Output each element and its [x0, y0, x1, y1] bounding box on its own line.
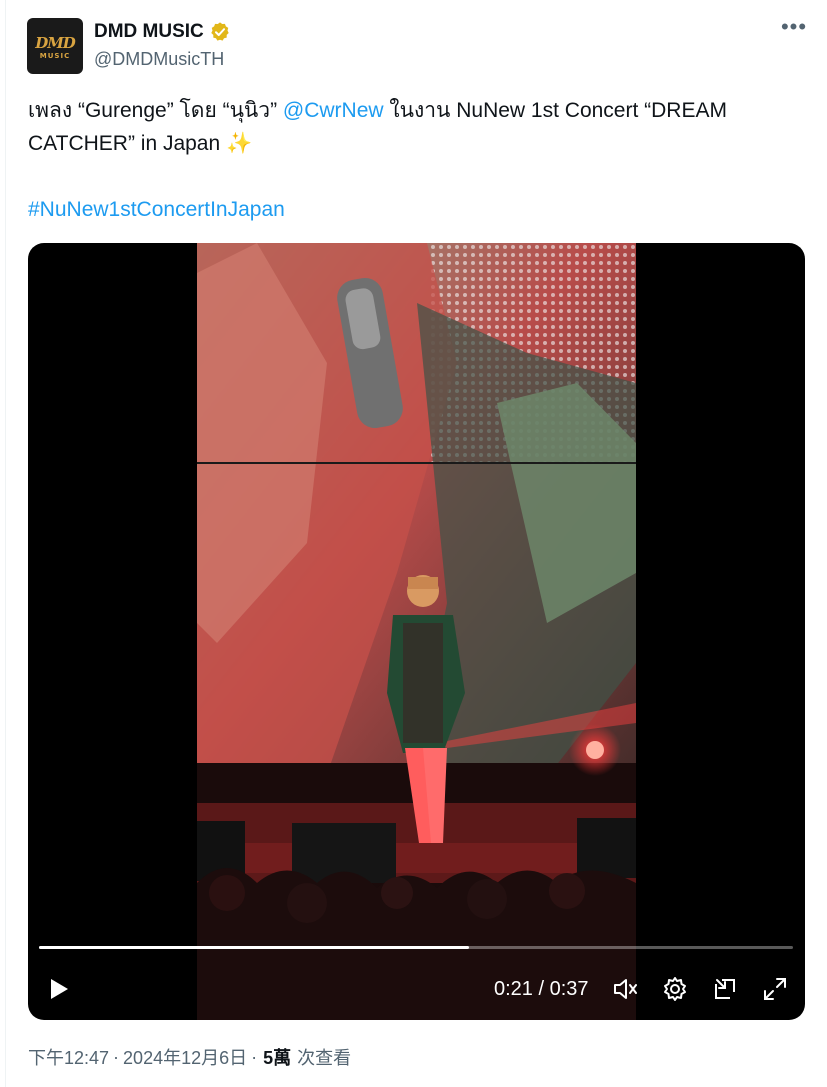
- avatar-logo-subtext: MUSIC: [39, 52, 71, 60]
- card-divider: [5, 0, 6, 1087]
- views-label: 次查看: [297, 1048, 352, 1068]
- tweet-text-part1: เพลง “Gurenge” โดย “นุนิว”: [28, 99, 283, 122]
- video-duration: 0:37: [549, 978, 589, 1000]
- display-name[interactable]: DMD MUSIC: [94, 21, 204, 43]
- account-name-row[interactable]: DMD MUSIC: [94, 21, 231, 43]
- video-progress-bar[interactable]: [39, 946, 793, 949]
- video-time: 0:21 / 0:37: [494, 978, 589, 1001]
- tweet-text: เพลง “Gurenge” โดย “นุนิว” @CwrNew ในงาน…: [28, 94, 813, 160]
- video-player[interactable]: 0:21 / 0:37: [28, 243, 805, 1020]
- hashtag-link[interactable]: #NuNew1stConcertInJapan: [28, 198, 285, 221]
- pop-out-icon[interactable]: [710, 974, 740, 1004]
- meta-dot: ·: [113, 1046, 120, 1067]
- video-current-time: 0:21: [494, 978, 533, 1000]
- fullscreen-icon[interactable]: [760, 974, 790, 1004]
- tweet-card: DMD MUSIC DMD MUSIC @DMDMusicTH ••• เพลง…: [0, 0, 827, 1087]
- more-horizontal-icon[interactable]: •••: [780, 16, 808, 46]
- play-icon[interactable]: [44, 974, 74, 1004]
- video-frame[interactable]: [197, 243, 636, 1020]
- volume-icon[interactable]: [611, 974, 641, 1004]
- tweet-meta: 下午12:47 · 2024年12月6日 · 5萬 次查看: [28, 1044, 351, 1070]
- account-handle[interactable]: @DMDMusicTH: [94, 49, 224, 70]
- meta-dot: ·: [251, 1046, 258, 1067]
- sparkle-emoji: ✨: [226, 132, 253, 155]
- video-progress-fill: [39, 946, 469, 949]
- avatar[interactable]: DMD MUSIC: [27, 18, 83, 74]
- hashtag-line: #NuNew1stConcertInJapan: [28, 193, 285, 226]
- video-time-separator: /: [538, 978, 545, 1000]
- views-count[interactable]: 5萬: [263, 1044, 291, 1070]
- tweet-date[interactable]: 2024年12月6日: [123, 1044, 247, 1070]
- settings-icon[interactable]: [660, 974, 690, 1004]
- mention-link[interactable]: @CwrNew: [283, 99, 384, 122]
- avatar-logo-text: DMD: [35, 34, 76, 52]
- verified-badge-icon: [211, 22, 229, 41]
- tweet-time[interactable]: 下午12:47: [28, 1044, 109, 1070]
